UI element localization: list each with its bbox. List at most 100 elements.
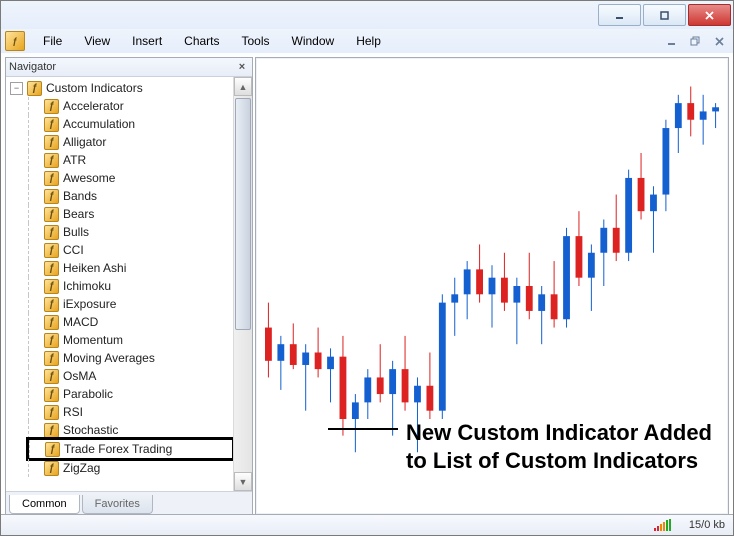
- navigator-tree[interactable]: − Custom Indicators Accelerator Accumulat…: [6, 77, 233, 491]
- tree-item-label: Accelerator: [63, 99, 124, 113]
- mdi-close-button[interactable]: [709, 33, 729, 49]
- status-bar: 15/0 kb: [1, 514, 733, 535]
- tree-item[interactable]: ZigZag: [28, 459, 233, 477]
- indicator-fx-icon: [44, 461, 59, 476]
- indicator-fx-icon: [44, 405, 59, 420]
- tree-root-custom-indicators[interactable]: − Custom Indicators: [10, 79, 233, 97]
- tree-line: [28, 367, 40, 385]
- tree-item-label: iExposure: [63, 297, 116, 311]
- mdi-minimize-button[interactable]: [661, 33, 681, 49]
- tree-item-label: Alligator: [63, 135, 106, 149]
- navigator-close-button[interactable]: ×: [235, 60, 249, 74]
- chart-area[interactable]: New Custom Indicator Added to List of Cu…: [255, 57, 729, 515]
- tree-item-label: Bands: [63, 189, 97, 203]
- tree-item[interactable]: Accumulation: [28, 115, 233, 133]
- menu-help[interactable]: Help: [346, 31, 391, 51]
- tree-item[interactable]: Bulls: [28, 223, 233, 241]
- tree-line: [28, 313, 40, 331]
- tree-item[interactable]: MACD: [28, 313, 233, 331]
- tree-item-label: ATR: [63, 153, 86, 167]
- tree-line: [28, 295, 40, 313]
- menu-file[interactable]: File: [33, 31, 72, 51]
- tree-item[interactable]: iExposure: [28, 295, 233, 313]
- tree-item-label: Bulls: [63, 225, 89, 239]
- scroll-thumb[interactable]: [235, 98, 251, 330]
- menu-bar: ƒ File View Insert Charts Tools Window H…: [1, 29, 733, 53]
- tree-line: [28, 133, 40, 151]
- tree-item-label: Accumulation: [63, 117, 135, 131]
- tree-item-label: Bears: [63, 207, 94, 221]
- indicator-fx-icon: [45, 442, 60, 457]
- menu-tools[interactable]: Tools: [232, 31, 280, 51]
- connection-bars-icon: [654, 519, 671, 531]
- tree-item[interactable]: Alligator: [28, 133, 233, 151]
- indicator-fx-icon: [44, 351, 59, 366]
- window-maximize-button[interactable]: [643, 4, 686, 26]
- indicator-fx-icon: [44, 189, 59, 204]
- tree-item[interactable]: Stochastic: [28, 421, 233, 439]
- app-logo-icon: ƒ: [5, 31, 25, 51]
- collapse-icon[interactable]: −: [10, 82, 23, 95]
- tree-line: [29, 440, 41, 458]
- tab-common[interactable]: Common: [9, 495, 80, 514]
- menu-view[interactable]: View: [74, 31, 120, 51]
- tree-line: [28, 259, 40, 277]
- indicator-fx-icon: [44, 99, 59, 114]
- tree-line: [28, 349, 40, 367]
- indicator-fx-icon: [44, 207, 59, 222]
- tree-item[interactable]: Trade Forex Trading: [28, 439, 233, 459]
- tree-root-label: Custom Indicators: [46, 81, 143, 95]
- tree-item[interactable]: Accelerator: [28, 97, 233, 115]
- tree-item[interactable]: OsMA: [28, 367, 233, 385]
- window-close-button[interactable]: [688, 4, 731, 26]
- tree-item[interactable]: RSI: [28, 403, 233, 421]
- mdi-restore-button[interactable]: [685, 33, 705, 49]
- indicator-fx-icon: [44, 279, 59, 294]
- menu-window[interactable]: Window: [282, 31, 345, 51]
- tree-line: [28, 277, 40, 295]
- tree-item[interactable]: Ichimoku: [28, 277, 233, 295]
- tree-item[interactable]: Bears: [28, 205, 233, 223]
- tab-favorites[interactable]: Favorites: [82, 495, 153, 514]
- indicator-fx-icon: [44, 297, 59, 312]
- tree-line: [28, 97, 40, 115]
- tree-line: [28, 459, 40, 477]
- scroll-down-button[interactable]: ▼: [234, 472, 252, 491]
- navigator-tabs: Common Favorites: [6, 491, 252, 514]
- tree-line: [28, 403, 40, 421]
- tree-line: [28, 331, 40, 349]
- indicator-fx-icon: [44, 153, 59, 168]
- tree-item[interactable]: CCI: [28, 241, 233, 259]
- title-bar: [1, 1, 733, 29]
- tree-item[interactable]: Bands: [28, 187, 233, 205]
- tree-item[interactable]: Parabolic: [28, 385, 233, 403]
- tree-item-label: Trade Forex Trading: [64, 442, 172, 456]
- scroll-up-button[interactable]: ▲: [234, 77, 252, 96]
- indicator-fx-icon: [44, 423, 59, 438]
- window-minimize-button[interactable]: [598, 4, 641, 26]
- menu-charts[interactable]: Charts: [174, 31, 229, 51]
- tree-line: [28, 205, 40, 223]
- tree-item[interactable]: Heiken Ashi: [28, 259, 233, 277]
- tree-item-label: RSI: [63, 405, 83, 419]
- annotation-connector: [328, 428, 398, 430]
- client-area: Navigator × − Custom Indicators Accelera…: [1, 53, 733, 515]
- tree-line: [28, 421, 40, 439]
- navigator-pane: Navigator × − Custom Indicators Accelera…: [5, 57, 253, 515]
- tree-item[interactable]: Awesome: [28, 169, 233, 187]
- tree-item-label: Momentum: [63, 333, 123, 347]
- indicator-fx-icon: [44, 333, 59, 348]
- tree-item-label: MACD: [63, 315, 98, 329]
- tree-item-label: ZigZag: [63, 461, 100, 475]
- tree-item[interactable]: Momentum: [28, 331, 233, 349]
- annotation-text: New Custom Indicator Added to List of Cu…: [406, 419, 712, 474]
- menu-insert[interactable]: Insert: [122, 31, 172, 51]
- tree-item-label: Moving Averages: [63, 351, 155, 365]
- tree-item[interactable]: Moving Averages: [28, 349, 233, 367]
- indicator-fx-icon: [44, 261, 59, 276]
- tree-item-label: Awesome: [63, 171, 115, 185]
- navigator-scrollbar[interactable]: ▲ ▼: [233, 77, 252, 491]
- tree-item[interactable]: ATR: [28, 151, 233, 169]
- annotation-line2: to List of Custom Indicators: [406, 447, 712, 475]
- tree-item-label: Stochastic: [63, 423, 118, 437]
